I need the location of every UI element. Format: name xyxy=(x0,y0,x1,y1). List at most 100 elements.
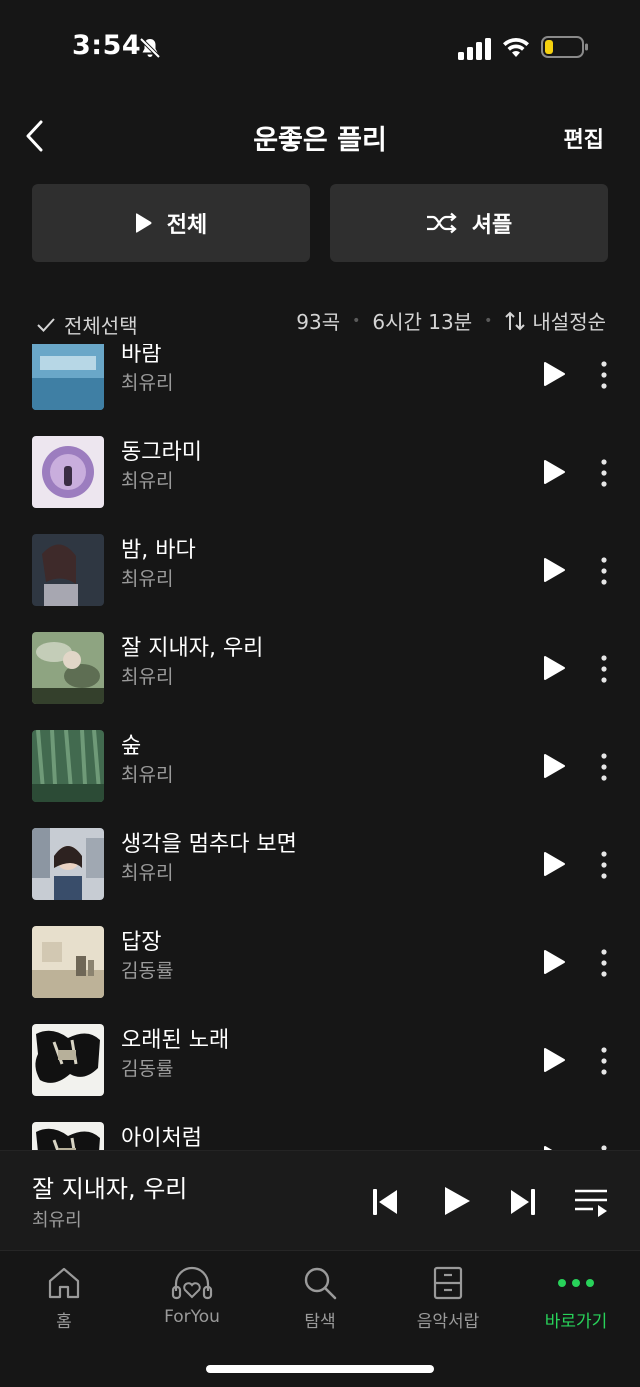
play-icon[interactable] xyxy=(442,1185,472,1217)
song-title: 잘 지내자, 우리 xyxy=(121,636,264,661)
playlist-queue-icon[interactable] xyxy=(573,1187,609,1219)
album-art xyxy=(32,926,104,998)
tab-label: 홈 xyxy=(56,1312,72,1332)
drawer-icon xyxy=(433,1266,463,1300)
now-playing-artist: 최유리 xyxy=(32,1210,82,1231)
sort-arrows-icon xyxy=(505,311,526,330)
home-icon xyxy=(48,1267,80,1299)
song-row[interactable]: 숲최유리 xyxy=(0,730,640,828)
play-icon[interactable] xyxy=(542,1047,566,1073)
tab-search[interactable]: 탐색 xyxy=(256,1265,384,1345)
song-list: 바람 최유리 동그라미 최유리 밤, 바다 최유리 잘 지내자, 우리 최유리 숲 최유리 생각을 … xyxy=(0,344,640,1150)
more-options-icon[interactable] xyxy=(596,360,612,390)
song-artist: 최유리 xyxy=(121,862,174,884)
album-art xyxy=(32,344,104,410)
song-row[interactable]: 답장김동률 xyxy=(0,926,640,1024)
album-art xyxy=(32,1024,104,1096)
sort-button[interactable]: 내설정순 xyxy=(504,306,606,335)
tab-foryou[interactable]: ForYou xyxy=(128,1265,256,1345)
song-row[interactable]: 밤, 바다최유리 xyxy=(0,534,640,632)
next-track-icon[interactable] xyxy=(508,1187,538,1217)
more-options-icon[interactable] xyxy=(596,458,612,488)
play-icon[interactable] xyxy=(542,753,566,779)
separator-dot: • xyxy=(484,312,493,329)
more-options-icon[interactable] xyxy=(596,654,612,684)
song-artist: 최유리 xyxy=(121,764,174,786)
more-options-icon[interactable] xyxy=(596,850,612,880)
foryou-headphone-icon xyxy=(171,1266,213,1300)
song-row[interactable]: 잘 지내자, 우리최유리 xyxy=(0,632,640,730)
play-icon[interactable] xyxy=(542,949,566,975)
song-count: 93곡 xyxy=(296,310,341,334)
song-row[interactable]: 동그라미최유리 xyxy=(0,436,640,534)
tab-home[interactable]: 홈 xyxy=(0,1265,128,1345)
signal-icon xyxy=(458,38,491,60)
album-art xyxy=(32,1122,104,1150)
tab-label: 음악서랍 xyxy=(416,1312,480,1332)
song-title: 아이처럼 xyxy=(121,1126,202,1150)
status-time: 3:54 xyxy=(72,30,142,61)
home-indicator xyxy=(206,1365,434,1373)
checkmark-icon xyxy=(37,317,55,332)
tab-music-drawer[interactable]: 음악서랍 xyxy=(384,1265,512,1345)
list-header: 전체선택 93곡 • 6시간 13분 • 내설정순 xyxy=(0,300,640,340)
playlist-duration: 6시간 13분 xyxy=(372,310,473,334)
album-art xyxy=(32,730,104,802)
song-artist: 최유리 xyxy=(121,568,174,590)
more-options-icon[interactable] xyxy=(596,752,612,782)
play-icon xyxy=(135,213,152,233)
now-playing-title: 잘 지내자, 우리 xyxy=(32,1175,188,1203)
shuffle-label: 셔플 xyxy=(471,213,513,238)
song-title: 동그라미 xyxy=(121,440,202,465)
album-art xyxy=(32,828,104,900)
mini-player[interactable]: 잘 지내자, 우리 최유리 xyxy=(0,1150,640,1250)
battery-icon xyxy=(541,36,588,58)
album-art xyxy=(32,534,104,606)
tab-label: 탐색 xyxy=(304,1312,336,1332)
play-icon[interactable] xyxy=(542,557,566,583)
song-artist: 최유리 xyxy=(121,470,174,492)
tab-label: 바로가기 xyxy=(544,1312,608,1332)
play-icon[interactable] xyxy=(542,361,566,387)
tab-shortcuts[interactable]: 바로가기 xyxy=(512,1265,640,1345)
song-artist: 김동률 xyxy=(121,960,174,982)
status-bar: 3:54 xyxy=(0,0,640,96)
play-all-button[interactable]: 전체 xyxy=(32,184,310,262)
song-title: 답장 xyxy=(121,930,162,955)
song-title: 오래된 노래 xyxy=(121,1028,230,1053)
play-all-label: 전체 xyxy=(166,213,208,238)
more-options-icon[interactable] xyxy=(596,1046,612,1076)
page-title: 운좋은 플리 xyxy=(253,125,387,156)
album-art xyxy=(32,436,104,508)
previous-track-icon[interactable] xyxy=(370,1187,400,1217)
shuffle-button[interactable]: 셔플 xyxy=(330,184,608,262)
song-row[interactable]: 오래된 노래김동률 xyxy=(0,1024,640,1122)
song-title: 생각을 멈추다 보면 xyxy=(121,832,297,857)
more-options-icon[interactable] xyxy=(596,556,612,586)
wifi-icon xyxy=(503,38,529,57)
playlist-meta: 93곡 • 6시간 13분 • 내설정순 xyxy=(296,306,606,335)
play-icon[interactable] xyxy=(542,655,566,681)
song-artist: 최유리 xyxy=(121,666,174,688)
more-options-icon[interactable] xyxy=(596,948,612,978)
song-row[interactable]: 아이처럼김동률 xyxy=(0,1122,640,1150)
search-icon xyxy=(304,1267,337,1300)
album-art xyxy=(32,632,104,704)
song-artist: 최유리 xyxy=(121,372,174,394)
nav-bar: 운좋은 플리 편집 xyxy=(0,96,640,176)
song-title: 숲 xyxy=(121,734,142,759)
separator-dot: • xyxy=(352,312,361,329)
shuffle-icon xyxy=(426,212,457,234)
song-title: 바람 xyxy=(121,344,162,367)
song-artist: 김동률 xyxy=(121,1058,174,1080)
sort-label: 내설정순 xyxy=(532,310,606,334)
play-icon[interactable] xyxy=(542,459,566,485)
play-icon[interactable] xyxy=(542,851,566,877)
edit-button[interactable]: 편집 xyxy=(564,122,604,154)
select-all-label: 전체선택 xyxy=(64,314,138,338)
tab-label: ForYou xyxy=(164,1307,220,1327)
song-row[interactable]: 바람최유리 xyxy=(0,344,640,436)
select-all-button[interactable]: 전체선택 xyxy=(36,310,138,339)
song-title: 밤, 바다 xyxy=(121,538,196,563)
song-row[interactable]: 생각을 멈추다 보면최유리 xyxy=(0,828,640,926)
